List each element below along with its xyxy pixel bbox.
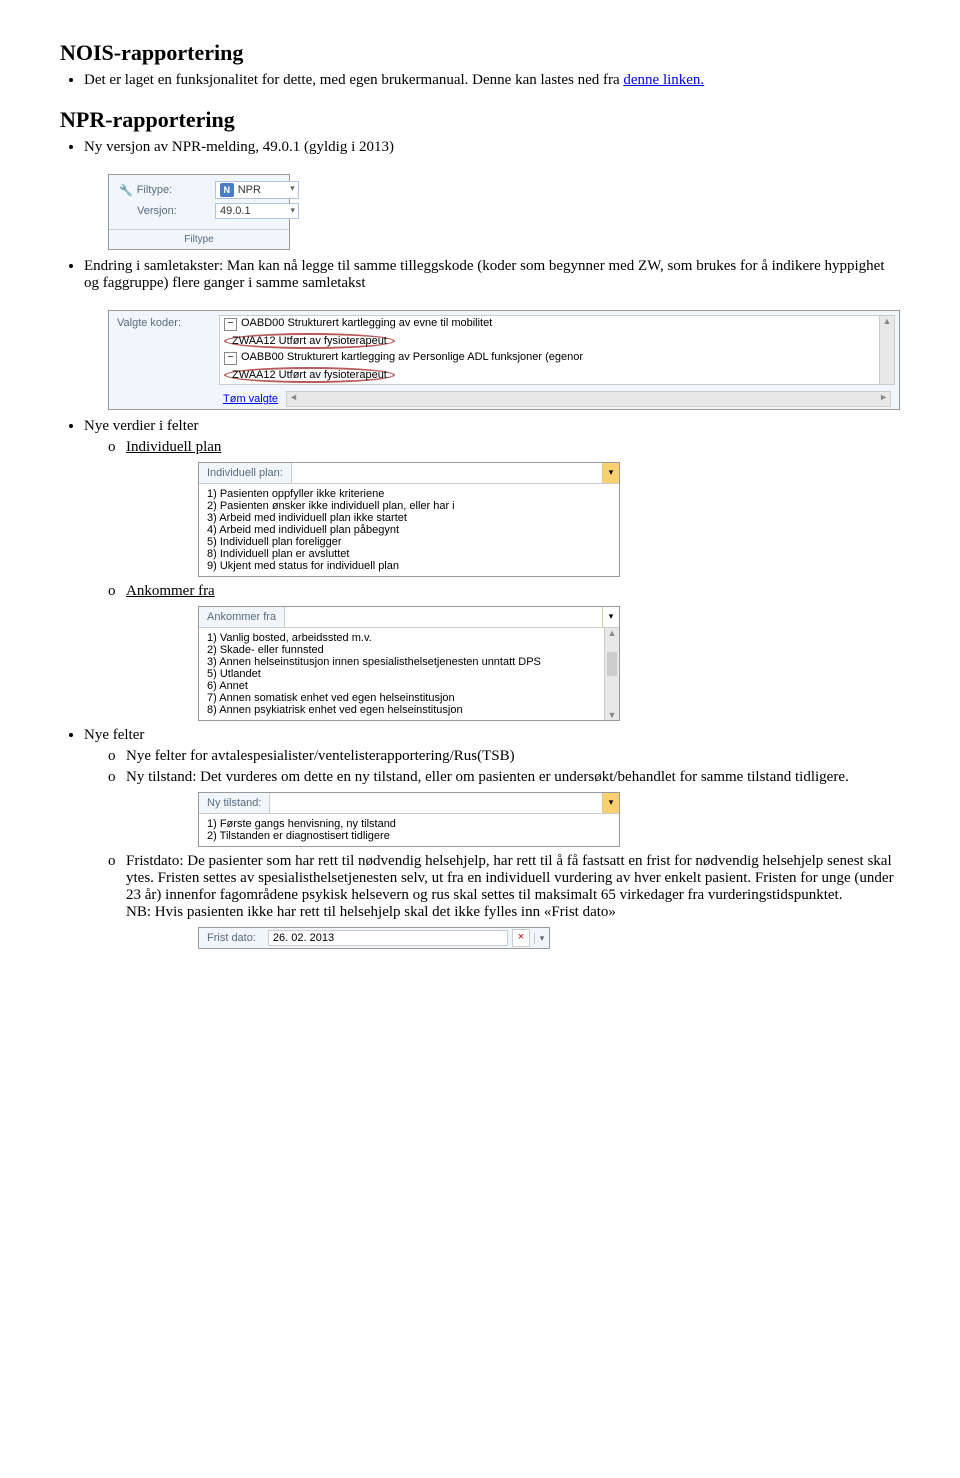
nytilstand-field-label: Ny tilstand: (199, 793, 269, 813)
nois-link[interactable]: denne linken. (623, 72, 704, 88)
option[interactable]: 3) Arbeid med individuell plan ikke star… (207, 512, 611, 524)
option[interactable]: 9) Ukjent med status for individuell pla… (207, 560, 611, 572)
nois-text: Det er laget en funksjonalitet for dette… (84, 72, 623, 88)
npr-heading: NPR-rapportering (60, 107, 900, 133)
option[interactable]: 4) Arbeid med individuell plan påbegynt (207, 524, 611, 536)
valgtekoder-label: Valgte koder: (109, 311, 215, 409)
individuell-plan-field-label: Individuell plan: (199, 463, 291, 483)
nois-heading: NOIS-rapportering (60, 40, 900, 66)
dropdown-arrow-icon: ▾ (602, 463, 619, 483)
option[interactable]: 7) Annen somatisk enhet ved egen helsein… (207, 692, 601, 704)
dropdown-arrow-icon: ▾ (602, 793, 619, 813)
npr-item-samletakster: Endring i samletakster: Man kan nå legge… (84, 258, 900, 292)
fristdato-para1: Fristdato: De pasienter som har rett til… (126, 853, 894, 903)
sub-ankommer-fra: Ankommer fra Ankommer fra ▾ 1) Vanlig bo… (108, 583, 900, 721)
option[interactable]: 2) Pasienten ønsker ikke individuell pla… (207, 500, 611, 512)
option[interactable]: 5) Utlandet (207, 668, 601, 680)
horizontal-scrollbar[interactable] (286, 391, 891, 407)
valgtekoder-screenshot: Valgte koder: −OABD00 Strukturert kartle… (108, 310, 900, 410)
ankommer-fra-field-label: Ankommer fra (199, 607, 284, 627)
fristdato-label: Frist dato: (199, 928, 264, 948)
individuell-plan-screenshot: Individuell plan: ▾ 1) Pasienten oppfyll… (198, 462, 620, 577)
filtype-screenshot: 🔧 Filtype: N NPR Versjon: 49.0.1 Filtype (108, 174, 290, 250)
filtype-dropdown[interactable]: N NPR (215, 181, 299, 199)
fristdato-dropdown-icon[interactable]: ▾ (534, 933, 549, 944)
option[interactable]: 1) Pasienten oppfyller ikke kriteriene (207, 488, 611, 500)
vertical-scrollbar[interactable]: ▲▼ (604, 628, 619, 720)
tree-collapse-icon[interactable]: − (224, 318, 237, 331)
fristdato-clear-button[interactable]: × (512, 929, 530, 947)
dropdown-arrow-icon: ▾ (602, 607, 619, 627)
option[interactable]: 2) Tilstanden er diagnostisert tidligere (207, 830, 611, 842)
npr-item-nyeverdier: Nye verdier i felter Individuell plan In… (84, 418, 900, 721)
ankommer-fra-screenshot: Ankommer fra ▾ 1) Vanlig bosted, arbeids… (198, 606, 620, 721)
versjon-dropdown[interactable]: 49.0.1 (215, 203, 299, 219)
nyefelter-text: Nye felter (84, 727, 144, 743)
option[interactable]: 6) Annet (207, 680, 601, 692)
option[interactable]: 5) Individuell plan foreligger (207, 536, 611, 548)
nois-item: Det er laget en funksjonalitet for dette… (84, 72, 900, 89)
option[interactable]: 2) Skade- eller funnsted (207, 644, 601, 656)
koder-row-3: OABB00 Strukturert kartlegging av Person… (241, 351, 583, 363)
nyeverdier-text: Nye verdier i felter (84, 418, 199, 434)
option[interactable]: 3) Annen helseinstitusjon innen spesiali… (207, 656, 601, 668)
sub-avtalespesialister: Nye felter for avtalespesialister/ventel… (108, 748, 900, 765)
nytilstand-text: Ny tilstand: Det vurderes om dette en ny… (126, 769, 849, 785)
ankommer-fra-dropdown[interactable]: ▾ (284, 607, 619, 627)
koder-row-1: OABD00 Strukturert kartlegging av evne t… (241, 317, 492, 329)
npr-item-version: Ny versjon av NPR-melding, 49.0.1 (gyldi… (84, 139, 900, 156)
fristdato-para2: NB: Hvis pasienten ikke har rett til hel… (126, 904, 616, 920)
nytilstand-screenshot: Ny tilstand: ▾ 1) Første gangs henvisnin… (198, 792, 620, 847)
nytilstand-dropdown[interactable]: ▾ (269, 793, 619, 813)
fristdato-screenshot: Frist dato: 26. 02. 2013 × ▾ (198, 927, 550, 949)
sub-individuell-plan: Individuell plan Individuell plan: ▾ 1) … (108, 439, 900, 577)
individuell-plan-label: Individuell plan (126, 439, 221, 455)
valgtekoder-list[interactable]: −OABD00 Strukturert kartlegging av evne … (219, 315, 895, 385)
individuell-plan-options[interactable]: 1) Pasienten oppfyller ikke kriteriene 2… (199, 484, 619, 576)
nytilstand-options[interactable]: 1) Første gangs henvisning, ny tilstand … (199, 814, 619, 846)
option[interactable]: 1) Første gangs henvisning, ny tilstand (207, 818, 611, 830)
tree-collapse-icon[interactable]: − (224, 352, 237, 365)
filtype-label: Filtype: (137, 184, 207, 196)
individuell-plan-dropdown[interactable]: ▾ (291, 463, 619, 483)
sub-nytilstand: Ny tilstand: Det vurderes om dette en ny… (108, 769, 900, 847)
versjon-label: Versjon: (137, 205, 207, 217)
vertical-scrollbar[interactable]: ▲ (879, 316, 894, 384)
ankommer-fra-label: Ankommer fra (126, 583, 215, 599)
option[interactable]: 1) Vanlig bosted, arbeidssted m.v. (207, 632, 601, 644)
npr-icon: N (220, 183, 234, 197)
option[interactable]: 8) Annen psykiatrisk enhet ved egen hels… (207, 704, 601, 716)
koder-row-2: ZWAA12 Utført av fysioterapeut (224, 335, 395, 347)
sub-fristdato: Fristdato: De pasienter som har rett til… (108, 853, 900, 949)
ankommer-fra-options[interactable]: 1) Vanlig bosted, arbeidssted m.v. 2) Sk… (199, 628, 619, 720)
option[interactable]: 8) Individuell plan er avsluttet (207, 548, 611, 560)
filtype-value: NPR (238, 184, 261, 196)
filtype-icon: 🔧 (119, 184, 133, 197)
filtype-ribbon-label: Filtype (109, 229, 289, 249)
koder-row-4: ZWAA12 Utført av fysioterapeut (224, 369, 395, 381)
fristdato-input[interactable]: 26. 02. 2013 (268, 930, 508, 946)
versjon-value: 49.0.1 (220, 205, 251, 217)
npr-item-nyefelter: Nye felter Nye felter for avtalespesiali… (84, 727, 900, 949)
tom-valgte-link[interactable]: Tøm valgte (223, 393, 278, 405)
